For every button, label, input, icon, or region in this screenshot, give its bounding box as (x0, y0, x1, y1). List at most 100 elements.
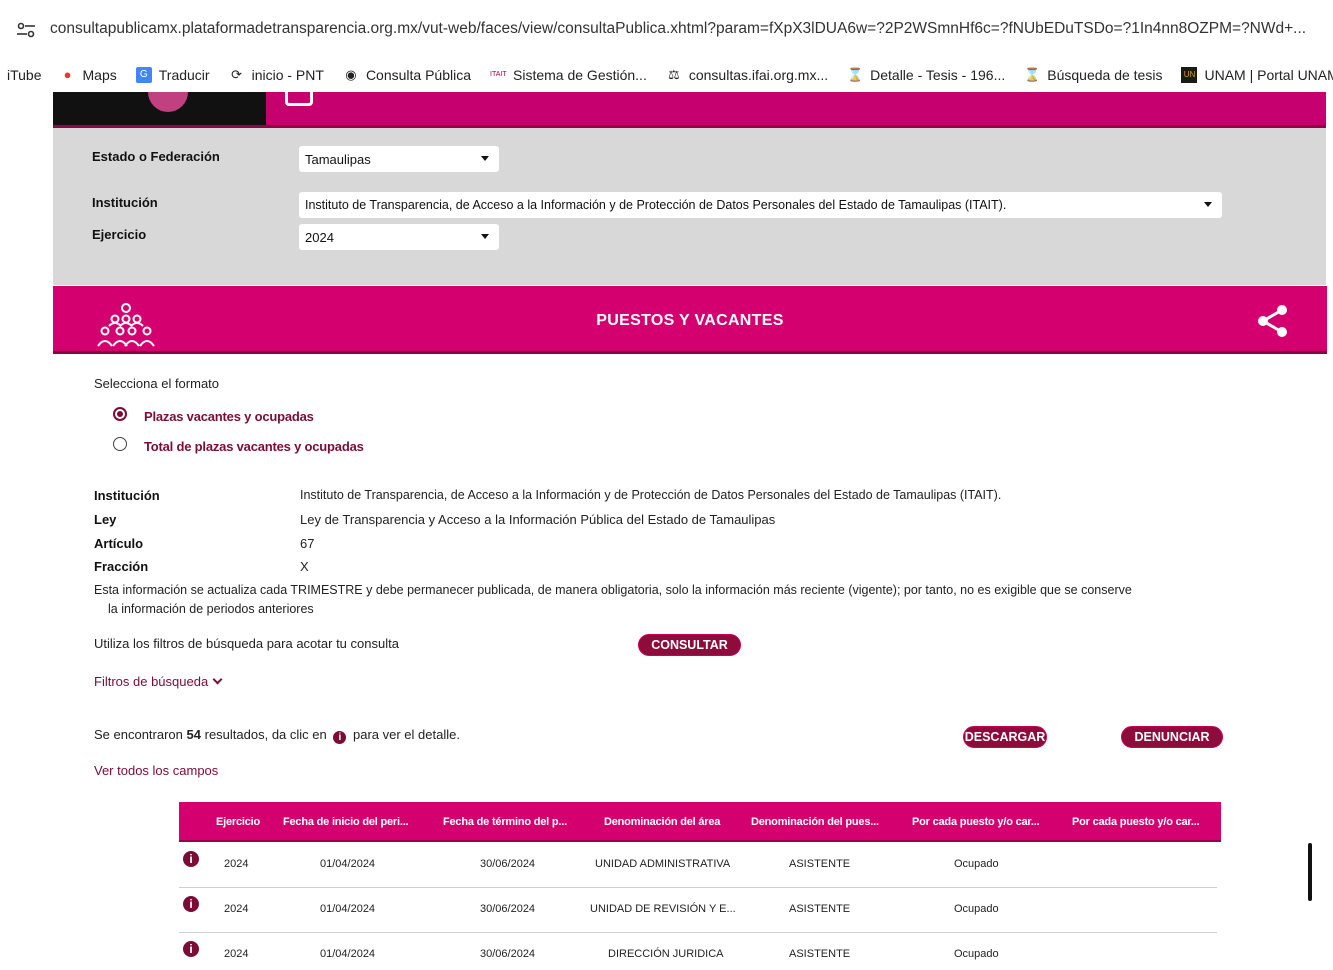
cell-estado-plaza: Ocupado (954, 858, 999, 870)
table-row: i 2024 01/04/2024 30/06/2024 UNIDAD DE R… (179, 888, 1217, 933)
results-middle: resultados, da clic en (204, 727, 327, 742)
column-header-por-cada-puesto-2[interactable]: Por cada puesto y/o car... (1072, 816, 1217, 828)
chevron-down-icon (212, 674, 223, 685)
info-icon[interactable]: i (183, 896, 199, 912)
consultar-button[interactable]: CONSULTAR (638, 634, 741, 656)
institucion-select[interactable]: Instituto de Transparencia, de Acceso a … (299, 192, 1222, 218)
cell-fecha-termino: 30/06/2024 (480, 948, 536, 960)
scale-icon: ⌛ (847, 67, 864, 82)
radio-plazas-vacantes-label[interactable]: Plazas vacantes y ocupadas (144, 409, 314, 424)
results-count: 54 (186, 727, 201, 742)
meta-fraccion-value: X (300, 559, 309, 574)
formato-prompt: Selecciona el formato (94, 376, 220, 391)
column-header-area[interactable]: Denominación del área (604, 816, 754, 828)
meta-institucion-value: Instituto de Transparencia, de Acceso a … (300, 488, 1002, 502)
cell-fecha-termino: 30/06/2024 (480, 903, 536, 915)
cell-fecha-inicio: 01/04/2024 (320, 948, 376, 960)
bookmark-maps[interactable]: ● Maps (60, 67, 117, 83)
denunciar-button[interactable]: DENUNCIAR (1121, 726, 1223, 748)
scale-icon: ⌛ (1024, 67, 1041, 82)
chevron-down-icon (481, 156, 489, 161)
meta-articulo-value: 67 (300, 536, 315, 551)
bookmark-label: inicio - PNT (251, 67, 324, 83)
estado-select[interactable]: Tamaulipas (299, 146, 499, 172)
cell-puesto: ASISTENTE (789, 858, 851, 870)
filtros-toggle-label: Filtros de búsqueda (94, 674, 209, 689)
meta-fraccion-label: Fracción (94, 559, 149, 574)
search-hint: Utiliza los filtros de búsqueda para aco… (94, 636, 399, 651)
cell-estado-plaza: Ocupado (954, 903, 999, 915)
info-icon[interactable]: i (183, 941, 199, 957)
chevron-down-icon (1204, 202, 1212, 207)
estado-label: Estado o Federación (92, 149, 220, 164)
bookmark-traducir[interactable]: G Traducir (135, 67, 210, 83)
info-icon[interactable]: i (183, 851, 199, 867)
section-title: PUESTOS Y VACANTES (596, 312, 784, 329)
bookmark-sistema-gestion[interactable]: ITAIT Sistema de Gestión... (490, 67, 647, 83)
bookmark-youtube[interactable]: iTube (7, 67, 42, 83)
radio-total-plazas[interactable] (113, 437, 127, 451)
unam-icon: UN (1181, 67, 1198, 83)
ejercicio-select[interactable]: 2024 (299, 224, 499, 250)
url-text[interactable]: consultapublicamx.plataformadetransparen… (50, 20, 1330, 38)
column-header-fecha-inicio[interactable]: Fecha de inicio del peri... (283, 816, 433, 828)
column-header-puesto[interactable]: Denominación del pues... (751, 816, 901, 828)
cell-area: UNIDAD ADMINISTRATIVA (595, 858, 731, 870)
cell-fecha-termino: 30/06/2024 (480, 858, 536, 870)
cell-puesto: ASISTENTE (789, 903, 851, 915)
cell-area: UNIDAD DE REVISIÓN Y E... (590, 903, 736, 915)
ejercicio-select-value: 2024 (305, 230, 334, 245)
bookmark-label: Detalle - Tesis - 196... (870, 67, 1006, 83)
table-row: i 2024 01/04/2024 30/06/2024 UNIDAD ADMI… (179, 843, 1217, 888)
radio-plazas-vacantes[interactable] (113, 407, 127, 421)
itait-icon: ITAIT (490, 71, 507, 78)
page-scrollbar-thumb[interactable] (1308, 843, 1312, 901)
bookmark-inicio-pnt[interactable]: ⟳ inicio - PNT (229, 67, 324, 83)
bookmark-consulta-publica[interactable]: ◉ Consulta Pública (343, 67, 471, 83)
ver-todos-campos-link[interactable]: Ver todos los campos (94, 763, 218, 778)
bookmark-consultas-ifai[interactable]: ⚖ consultas.ifai.org.mx... (666, 67, 828, 83)
bookmark-label: Sistema de Gestión... (513, 67, 647, 83)
table-header: Ejercicio Fecha de inicio del peri... Fe… (179, 802, 1221, 842)
site-settings-icon[interactable] (16, 22, 36, 38)
column-header-fecha-termino[interactable]: Fecha de término del p... (443, 816, 593, 828)
bookmark-label: Búsqueda de tesis (1047, 67, 1163, 83)
cell-ejercicio: 2024 (224, 948, 249, 960)
estado-select-value: Tamaulipas (305, 152, 371, 167)
info-icon: i (333, 731, 347, 744)
filtros-toggle[interactable]: Filtros de búsqueda (94, 674, 223, 689)
column-header-por-cada-puesto-1[interactable]: Por cada puesto y/o car... (912, 816, 1062, 828)
bookmark-label: Consulta Pública (365, 67, 471, 83)
meta-nota-line2: la información de periodos anteriores (108, 602, 314, 616)
bookmark-label: consultas.ifai.org.mx... (688, 67, 829, 83)
cell-area: DIRECCIÓN JURIDICA (608, 948, 724, 960)
meta-ley-label: Ley (94, 512, 117, 527)
cell-puesto: ASISTENTE (789, 948, 851, 960)
browser-url-bar[interactable]: consultapublicamx.plataformadetransparen… (0, 0, 1333, 58)
meta-ley-value: Ley de Transparencia y Acceso a la Infor… (300, 512, 776, 527)
results-suffix: para ver el detalle. (353, 727, 460, 742)
filter-panel: Estado o Federación Tamaulipas Instituci… (53, 128, 1326, 285)
table-row: i 2024 01/04/2024 30/06/2024 DIRECCIÓN J… (179, 933, 1217, 970)
descargar-button[interactable]: DESCARGAR (963, 726, 1047, 748)
bookmark-detalle-tesis[interactable]: ⌛ Detalle - Tesis - 196... (847, 67, 1005, 83)
cell-ejercicio: 2024 (224, 858, 249, 870)
cell-fecha-inicio: 01/04/2024 (320, 858, 376, 870)
meta-articulo-label: Artículo (94, 536, 144, 551)
top-banner (53, 92, 1326, 128)
meta-institucion-label: Institución (94, 488, 160, 503)
column-header-ejercicio[interactable]: Ejercicio (216, 816, 276, 828)
bookmark-unam[interactable]: UN UNAM | Portal UNAM (1181, 67, 1333, 83)
screen-icon (285, 92, 313, 106)
bookmark-label: Maps (82, 67, 117, 83)
bookmark-label: iTube (7, 67, 42, 83)
cell-estado-plaza: Ocupado (954, 948, 999, 960)
globe-icon: ◉ (345, 67, 357, 82)
institucion-select-value: Instituto de Transparencia, de Acceso a … (305, 198, 1007, 212)
share-icon[interactable] (1256, 304, 1290, 338)
radio-total-plazas-label[interactable]: Total de plazas vacantes y ocupadas (144, 439, 364, 454)
bookmark-busqueda-tesis[interactable]: ⌛ Búsqueda de tesis (1024, 67, 1162, 83)
results-prefix: Se encontraron (94, 727, 183, 742)
maps-pin-icon: ● (63, 67, 72, 82)
section-banner: PUESTOS Y VACANTES (53, 286, 1327, 354)
